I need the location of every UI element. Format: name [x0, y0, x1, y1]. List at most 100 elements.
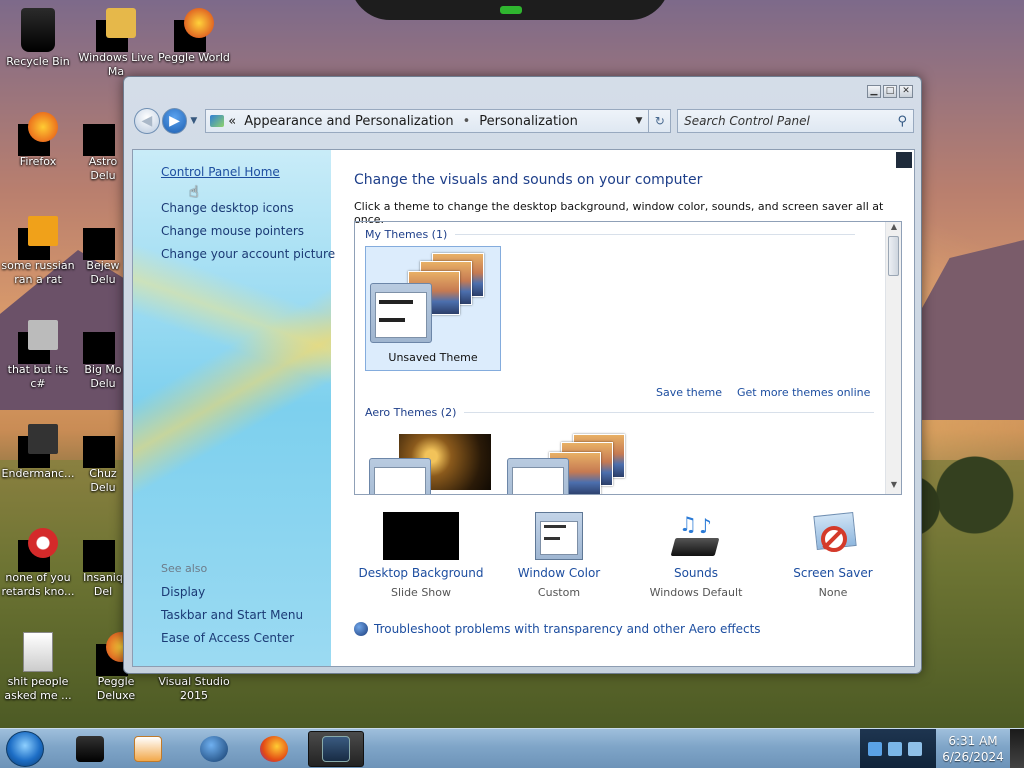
recent-pages-dropdown[interactable]: ▼ [190, 116, 197, 126]
theme-name: Unsaved Theme [388, 351, 478, 364]
save-theme-link[interactable]: Save theme [656, 386, 722, 399]
taskbar-app-media[interactable] [120, 731, 176, 767]
desktop-icon-insaniquarium[interactable]: Insaniq Del [78, 528, 128, 599]
display-link[interactable]: Display [161, 585, 205, 599]
taskbar-start-menu-link[interactable]: Taskbar and Start Menu [161, 608, 303, 622]
forward-button[interactable]: ▶ [161, 108, 188, 134]
desktop-icon-shit-people[interactable]: shit people asked me ... [0, 632, 76, 703]
gadget-indicator [500, 6, 522, 14]
desktop-icon-big-money[interactable]: Big Mo Delu [78, 320, 128, 391]
window-color-preview [369, 458, 431, 494]
program-icon [18, 528, 58, 572]
troubleshoot-icon [354, 622, 368, 636]
game-icon [83, 216, 123, 260]
game-icon [83, 320, 123, 364]
window-color-button[interactable]: Window Color Custom [489, 512, 629, 599]
personalization-window[interactable]: ▁ □ ✕ ◀ ▶ ▼ « Appearance and Personaliza… [123, 76, 922, 674]
search-icon[interactable]: ⚲ [897, 114, 907, 129]
theme-unsaved[interactable]: Unsaved Theme [365, 246, 501, 371]
troubleshoot-link[interactable]: Troubleshoot problems with transparency … [354, 622, 761, 636]
address-bar[interactable]: « Appearance and Personalization • Perso… [205, 109, 650, 133]
desktop-icon-csharp[interactable]: that but its c# [0, 320, 76, 391]
desktop-icon-retards[interactable]: none of you retards kno... [0, 528, 76, 599]
desktop-icon-firefox[interactable]: Firefox [0, 112, 76, 169]
desktop-icon-bejeweled[interactable]: Bejew Delu [78, 216, 128, 287]
file-icon [23, 632, 53, 672]
tray-icon[interactable] [868, 742, 882, 756]
desktop-background-icon [383, 512, 459, 560]
start-button[interactable] [6, 731, 44, 767]
taskbar-app-control-panel[interactable] [308, 731, 364, 767]
back-button[interactable]: ◀ [134, 108, 160, 134]
address-row: ◀ ▶ ▼ « Appearance and Personalization •… [134, 105, 915, 137]
desktop-gadget[interactable] [350, 0, 670, 20]
taskbar-bin-icon [76, 736, 104, 762]
close-button[interactable]: ✕ [899, 85, 913, 98]
refresh-icon: ↻ [654, 114, 665, 128]
desktop-icon-chuzzle[interactable]: Chuz Delu [78, 424, 128, 495]
main-pane: Change the visuals and sounds on your co… [331, 150, 914, 666]
arrow-left-icon: ◀ [141, 113, 153, 129]
change-mouse-pointers-link[interactable]: Change mouse pointers [161, 224, 304, 238]
taskbar-app-globe[interactable] [186, 731, 242, 767]
breadcrumb-separator[interactable]: • [463, 114, 471, 129]
content-area: Control Panel Home ☝ Change desktop icon… [132, 149, 915, 667]
desktop-icon-astro[interactable]: Astro Delu [78, 112, 128, 183]
globe-icon [200, 736, 228, 762]
my-themes-header: My Themes (1) [365, 228, 856, 241]
desktop-icon-rat[interactable]: some russian ran a rat [0, 216, 76, 287]
arrow-right-icon: ▶ [169, 113, 180, 129]
refresh-button[interactable]: ↻ [649, 109, 672, 133]
breadcrumb-appearance[interactable]: Appearance and Personalization [244, 114, 453, 129]
notification-area [860, 729, 936, 768]
theme-aero-1[interactable] [365, 430, 501, 494]
desktop-background-button[interactable]: Desktop Background Slide Show [351, 512, 491, 599]
search-input[interactable]: Search Control Panel ⚲ [677, 109, 915, 133]
program-icon [18, 216, 58, 260]
chevron-down-icon[interactable]: ▼ [635, 116, 642, 126]
window-caption-buttons: ▁ □ ✕ [867, 85, 913, 98]
desktop-icon-windows-live[interactable]: Windows Live Ma [78, 8, 154, 79]
get-more-themes-link[interactable]: Get more themes online [737, 386, 870, 399]
desktop-icon-peggle-world[interactable]: Peggle World [156, 8, 232, 65]
themes-scrollbar[interactable]: ▲ ▼ [885, 222, 901, 494]
screen-saver-button[interactable]: Screen Saver None [763, 512, 903, 599]
desktop-icon-endermanch[interactable]: Endermanc... [0, 424, 76, 481]
window-color-preview [507, 458, 569, 494]
scroll-thumb[interactable] [888, 236, 899, 276]
program-icon [18, 320, 58, 364]
game-icon [83, 424, 123, 468]
media-player-icon [134, 736, 162, 762]
maximize-button[interactable]: □ [883, 85, 897, 98]
aero-themes-header: Aero Themes (2) [365, 406, 875, 419]
change-desktop-icons-link[interactable]: Change desktop icons [161, 201, 294, 215]
show-desktop-button[interactable] [1010, 729, 1024, 768]
page-title: Change the visuals and sounds on your co… [354, 172, 703, 188]
scroll-up-icon[interactable]: ▲ [886, 222, 901, 236]
window-color-preview [370, 283, 432, 343]
clock-date: 6/26/2024 [942, 750, 1004, 764]
breadcrumb-overflow[interactable]: « [228, 114, 236, 129]
clock-time: 6:31 AM [948, 734, 998, 748]
ease-of-access-link[interactable]: Ease of Access Center [161, 631, 294, 645]
themes-list[interactable]: My Themes (1) Unsaved Theme Save theme G… [354, 221, 902, 495]
windows-live-icon [96, 8, 136, 52]
change-account-picture-link[interactable]: Change your account picture [161, 247, 335, 261]
theme-aero-2[interactable] [503, 430, 639, 494]
game-icon [83, 112, 123, 156]
desktop-icon-recycle-bin[interactable]: Recycle Bin [0, 8, 76, 69]
sounds-icon: ♫ ♪ [670, 512, 721, 560]
sounds-button[interactable]: ♫ ♪ Sounds Windows Default [626, 512, 766, 599]
control-panel-home-link[interactable]: Control Panel Home [161, 165, 280, 179]
hand-cursor-icon: ☝ [189, 182, 199, 201]
taskbar-app-firefox[interactable] [246, 731, 302, 767]
taskbar-app-recycle[interactable] [62, 731, 118, 767]
help-icon[interactable] [896, 152, 912, 168]
network-icon[interactable] [888, 742, 902, 756]
clock[interactable]: 6:31 AM 6/26/2024 [938, 733, 1008, 765]
firefox-icon [18, 112, 58, 156]
volume-icon[interactable] [908, 742, 922, 756]
scroll-down-icon[interactable]: ▼ [886, 480, 901, 494]
minimize-button[interactable]: ▁ [867, 85, 881, 98]
breadcrumb-personalization[interactable]: Personalization [479, 114, 578, 129]
